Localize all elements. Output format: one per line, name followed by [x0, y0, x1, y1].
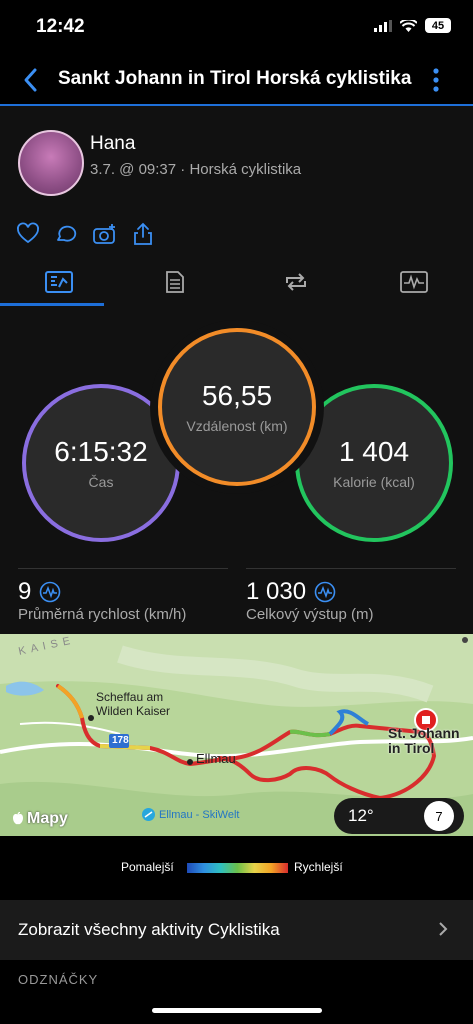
map-poi-label: Ellmau - SkiWelt	[159, 808, 240, 821]
road-number: 178	[112, 735, 129, 746]
badges-section: ODZNÁČKY	[0, 960, 473, 1000]
map-attribution: Mapy	[12, 810, 68, 828]
home-indicator	[152, 1008, 322, 1013]
laps-tab-icon	[286, 273, 306, 291]
legend-fast: Rychlejší	[294, 860, 343, 874]
signal-icon	[374, 19, 392, 32]
time-circle: 6:15:32 Čas	[22, 384, 180, 542]
apple-icon	[13, 812, 23, 825]
wifi-icon	[400, 19, 417, 32]
tab-stats[interactable]	[0, 260, 118, 304]
camera-icon[interactable]	[92, 222, 118, 246]
metric-divider	[246, 568, 456, 569]
map-label-line: St. Johann	[388, 725, 460, 741]
speed-label: Průměrná rychlost (km/h)	[18, 606, 187, 623]
status-time: 12:42	[36, 16, 85, 37]
map-poi-skiwelt[interactable]: Ellmau - SkiWelt	[142, 808, 239, 821]
route-map[interactable]: Scheffau am Wilden Kaiser 178 Ellmau St.…	[0, 634, 473, 836]
stats-panel: 6:15:32 Čas 1 404 Kalorie (kcal) 56,55 V…	[0, 306, 473, 634]
ascent-label: Celkový výstup (m)	[246, 606, 374, 623]
speed-value-row: 9	[18, 578, 61, 606]
nav-bar: Sankt Johann in Tirol Horská cyklistika	[0, 56, 473, 106]
tab-details[interactable]	[116, 260, 234, 304]
time-value: 6:15:32	[54, 436, 148, 467]
back-icon[interactable]	[20, 66, 42, 94]
tab-chart[interactable]	[355, 260, 473, 304]
page-title: Sankt Johann in Tirol Horská cyklistika	[58, 68, 412, 89]
calories-value: 1 404	[338, 436, 410, 467]
all-activities-link[interactable]: Zobrazit všechny aktivity Cyklistika	[0, 900, 473, 960]
stats-tab-icon	[45, 271, 73, 293]
heart-icon[interactable]	[16, 222, 40, 246]
ascent-value-row: 1 030	[246, 578, 336, 606]
battery-icon: 45	[425, 18, 451, 33]
distance-label: Vzdálenost (km)	[186, 418, 288, 434]
more-icon[interactable]	[428, 66, 444, 94]
pulse-icon[interactable]	[314, 581, 336, 603]
map-label-line: Wilden Kaiser	[96, 704, 171, 718]
distance-circle: 56,55 Vzdálenost (km)	[158, 328, 316, 486]
ascent-value: 1 030	[246, 578, 307, 605]
legend-gradient	[187, 863, 288, 873]
action-bar	[0, 210, 473, 260]
weather-badge[interactable]: 12° 7	[334, 798, 464, 834]
distance-value: 56,55	[201, 380, 273, 411]
legend-slow: Pomalejší	[121, 860, 174, 874]
map-label-scheffau: Scheffau am Wilden Kaiser	[96, 690, 170, 718]
profile-header: Hana 3.7. @ 09:37 · Horská cyklistika	[0, 106, 473, 211]
calories-label: Kalorie (kcal)	[333, 474, 415, 490]
comment-icon[interactable]	[54, 222, 78, 246]
metric-divider	[18, 568, 228, 569]
activity-subtitle: 3.7. @ 09:37 · Horská cyklistika	[90, 161, 302, 178]
chart-tab-icon	[400, 271, 428, 293]
map-label-line: Scheffau am	[96, 690, 164, 704]
all-activities-label: Zobrazit všechny aktivity Cyklistika	[18, 920, 280, 939]
wind-speed: 7	[435, 808, 443, 824]
ski-icon	[142, 808, 155, 821]
calories-circle: 1 404 Kalorie (kcal)	[295, 384, 453, 542]
map-label-ellmau: Ellmau	[196, 751, 236, 766]
map-label-line: in Tirol	[388, 740, 435, 756]
tab-laps[interactable]	[237, 260, 355, 304]
time-label: Čas	[88, 474, 114, 490]
pulse-icon[interactable]	[39, 581, 61, 603]
map-label-stjohann: St. Johann in Tirol	[388, 726, 460, 756]
weather-temp: 12°	[348, 806, 374, 825]
avatar[interactable]	[18, 130, 84, 196]
chevron-right-icon	[439, 922, 448, 936]
share-icon[interactable]	[132, 222, 154, 246]
section-title: ODZNÁČKY	[18, 972, 99, 987]
user-name[interactable]: Hana	[90, 133, 135, 155]
tab-bar	[0, 260, 473, 307]
speed-legend: Pomalejší Rychlejší	[0, 836, 473, 900]
wind-indicator: 7	[424, 801, 454, 831]
status-bar: 12:42 45	[0, 0, 473, 56]
attribution-label: Mapy	[27, 810, 68, 827]
status-icons: 45	[374, 18, 451, 33]
details-tab-icon	[166, 271, 184, 293]
speed-value: 9	[18, 578, 32, 605]
